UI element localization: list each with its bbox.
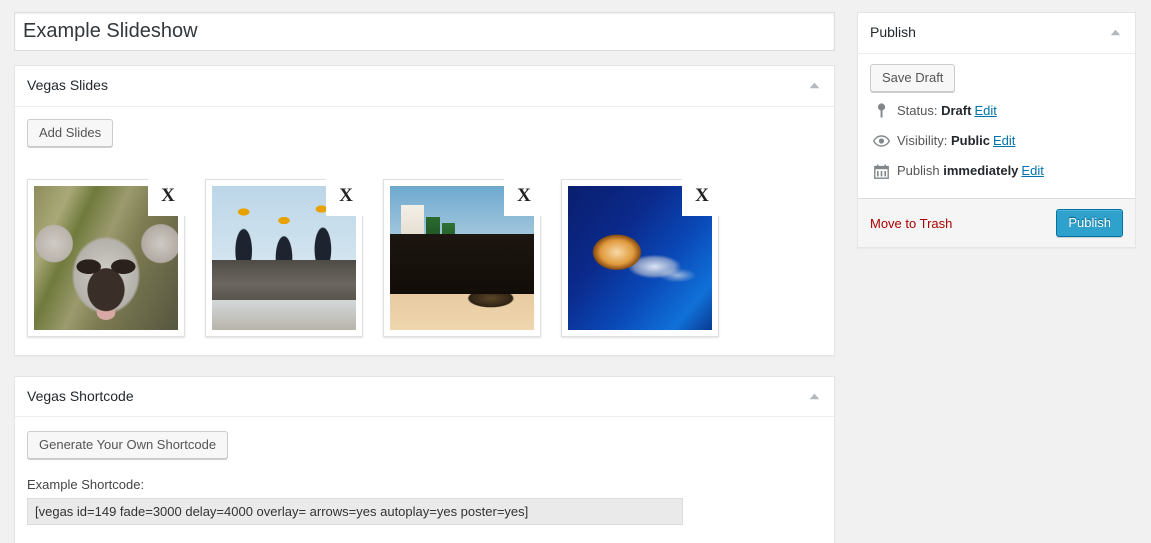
publish-body: Save Draft Status: Draft Edit Visibility… (858, 54, 1135, 199)
vegas-slides-body: Add Slides (15, 107, 834, 159)
list-item[interactable]: X (561, 175, 722, 337)
vegas-slides-title: Vegas Slides (27, 77, 108, 93)
slides-list: X X X X (15, 159, 834, 355)
calendar-icon (872, 162, 890, 180)
save-draft-wrap: Save Draft (870, 63, 1123, 96)
publish-date-edit-link[interactable]: Edit (1021, 163, 1043, 178)
pin-icon (872, 102, 890, 120)
main-column: Vegas Slides Add Slides X X (14, 12, 835, 543)
publish-header[interactable]: Publish (858, 13, 1135, 54)
vegas-shortcode-header[interactable]: Vegas Shortcode (15, 377, 834, 418)
add-slides-button[interactable]: Add Slides (27, 118, 114, 147)
example-shortcode-label: Example Shortcode: (27, 477, 145, 493)
status-edit-link[interactable]: Edit (974, 103, 996, 118)
publish-button[interactable]: Publish (1056, 209, 1123, 238)
post-title-input[interactable] (14, 12, 835, 51)
status-value: Draft (941, 102, 972, 118)
publish-date-row: Publish immediately Edit (870, 156, 1123, 186)
generate-shortcode-button[interactable]: Generate Your Own Shortcode (27, 431, 229, 460)
remove-slide-button[interactable]: X (682, 175, 722, 216)
sidebar-column: Publish Save Draft Status: Draft Edit Vi… (857, 12, 1136, 268)
publish-date-prefix: Publish (897, 162, 940, 178)
post-title-wrap (14, 12, 835, 51)
move-to-trash-link[interactable]: Move to Trash (870, 216, 952, 231)
vegas-slides-header[interactable]: Vegas Slides (15, 66, 834, 107)
vegas-shortcode-body: Generate Your Own Shortcode Example Shor… (15, 417, 834, 543)
chevron-up-icon[interactable] (1105, 23, 1125, 43)
vegas-slides-panel: Vegas Slides Add Slides X X X X (14, 65, 835, 356)
wordpress-post-editor: Vegas Slides Add Slides X X (0, 0, 1151, 543)
example-shortcode-field[interactable] (27, 498, 683, 526)
remove-slide-button[interactable]: X (326, 175, 366, 216)
chevron-up-icon[interactable] (804, 76, 824, 96)
list-item[interactable]: X (383, 175, 544, 337)
visibility-row: Visibility: Public Edit (870, 126, 1123, 156)
list-item[interactable]: X (205, 175, 366, 337)
chevron-up-icon[interactable] (804, 386, 824, 406)
visibility-edit-link[interactable]: Edit (993, 133, 1015, 148)
status-text: Status: Draft Edit (897, 102, 997, 120)
status-row: Status: Draft Edit (870, 96, 1123, 126)
remove-slide-button[interactable]: X (504, 175, 544, 216)
eye-icon (872, 132, 890, 150)
save-draft-button[interactable]: Save Draft (870, 63, 956, 92)
publish-date-text: Publish immediately Edit (897, 162, 1044, 180)
list-item[interactable]: X (27, 175, 188, 337)
visibility-value: Public (950, 132, 990, 148)
publish-title: Publish (870, 24, 916, 40)
publish-panel: Publish Save Draft Status: Draft Edit Vi… (857, 12, 1136, 249)
status-prefix: Status: (897, 102, 938, 118)
publish-date-value: immediately (943, 162, 1019, 178)
visibility-prefix: Visibility: (897, 132, 948, 148)
vegas-shortcode-panel: Vegas Shortcode Generate Your Own Shortc… (14, 375, 835, 543)
publish-actions: Move to Trash Publish (858, 198, 1135, 248)
remove-slide-button[interactable]: X (148, 175, 188, 216)
vegas-shortcode-title: Vegas Shortcode (27, 387, 134, 404)
visibility-text: Visibility: Public Edit (897, 132, 1015, 150)
